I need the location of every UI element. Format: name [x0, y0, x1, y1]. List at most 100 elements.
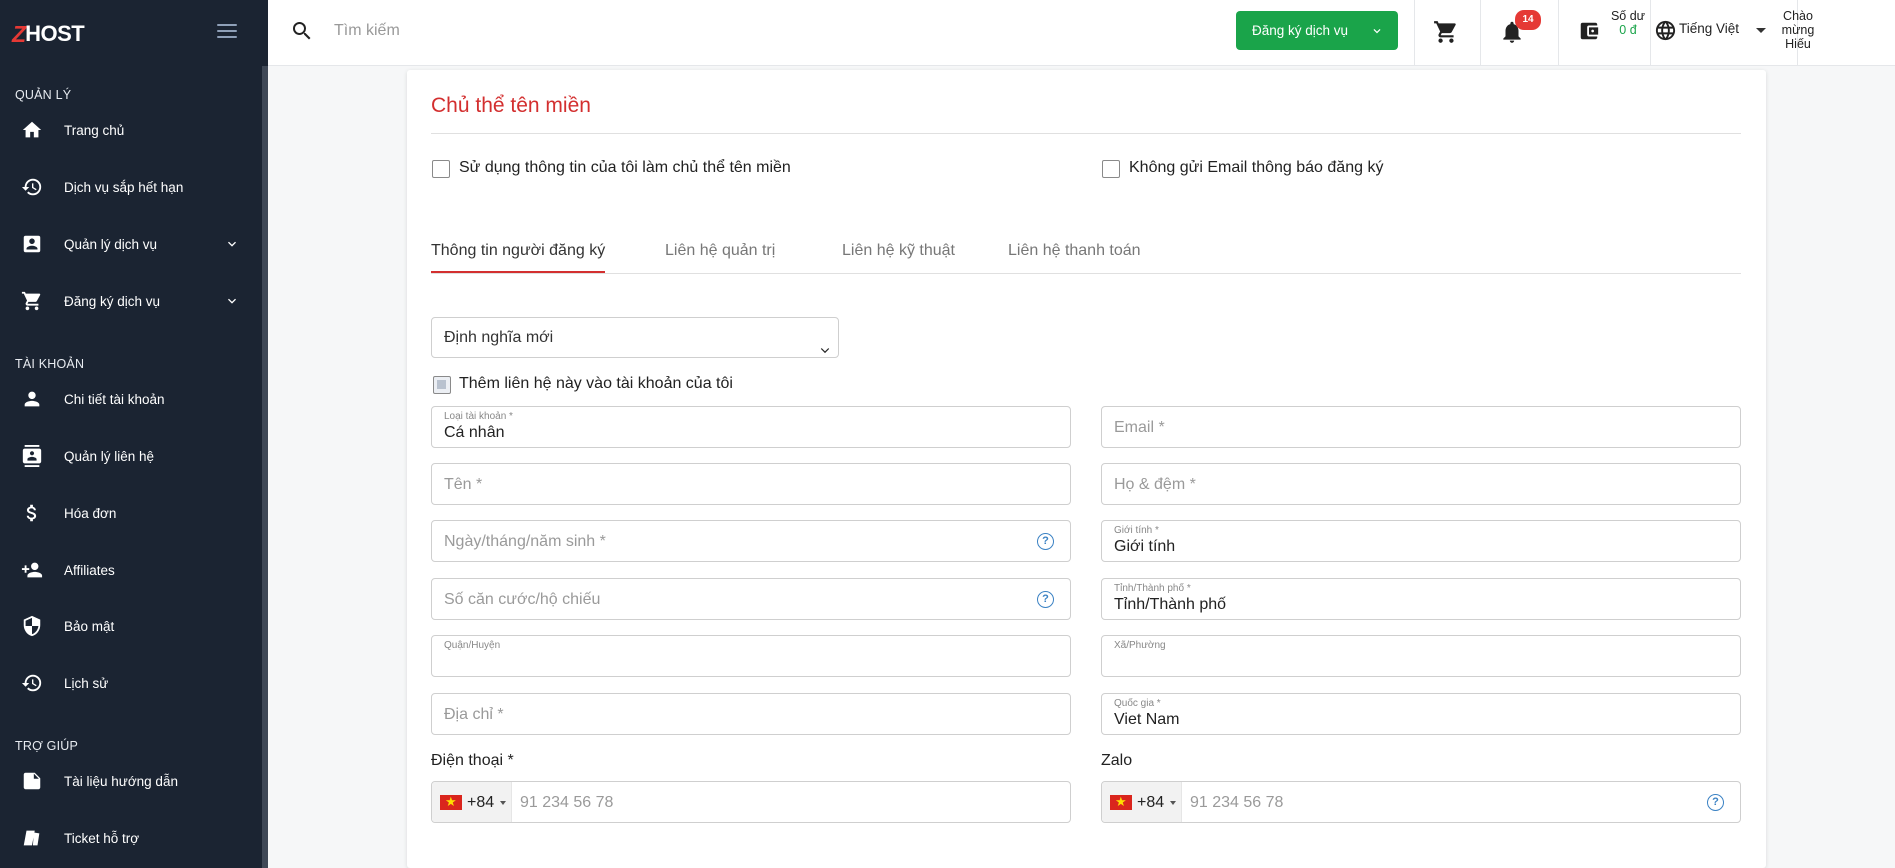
sidebar-item-label: Quản lý liên hệ	[64, 448, 155, 464]
add-contact-label: Thêm liên hệ này vào tài khoản của tôi	[459, 375, 733, 392]
register-service-button[interactable]: Đăng ký dịch vụ	[1236, 11, 1398, 50]
sidebar-item-account-details[interactable]: Chi tiết tài khoản	[0, 379, 262, 419]
country-code-selector[interactable]: +84	[432, 782, 512, 822]
address-field[interactable]: Địa chỉ *	[431, 693, 1071, 735]
province-select[interactable]: Tỉnh/Thành phố * Tỉnh/Thành phố	[1101, 578, 1741, 620]
history-icon	[0, 176, 64, 198]
caret-down-icon	[1756, 28, 1766, 33]
caret-down-icon	[500, 801, 506, 805]
person-icon	[0, 388, 64, 410]
tab-registrant[interactable]: Thông tin người đăng ký	[431, 242, 605, 260]
field-label: Xã/Phường	[1114, 640, 1166, 651]
sidebar-section-help: TRỢ GIÚP	[15, 739, 79, 753]
email-field[interactable]: Email *	[1101, 406, 1741, 448]
field-placeholder: Ngày/tháng/năm sinh *	[444, 533, 606, 550]
field-label: Quốc gia *	[1114, 698, 1161, 709]
field-label: Quận/Huyện	[444, 640, 501, 651]
dial-code: +84	[467, 794, 495, 811]
field-label: Giới tính *	[1114, 525, 1159, 536]
sidebar-item-contacts[interactable]: Quản lý liên hệ	[0, 436, 262, 476]
register-service-label: Đăng ký dịch vụ	[1252, 23, 1349, 38]
district-select[interactable]: Quận/Huyện	[431, 635, 1071, 677]
account-box-icon	[0, 233, 64, 255]
contact-definition-select[interactable]: Định nghĩa mới	[431, 317, 839, 358]
sidebar-item-docs[interactable]: Tài liệu hướng dẫn	[0, 761, 262, 801]
chevron-down-icon	[224, 293, 240, 309]
sidebar-item-support-ticket[interactable]: Ticket hỗ trợ	[0, 818, 262, 858]
search-input[interactable]	[334, 17, 834, 45]
use-my-info-checkbox[interactable]	[432, 160, 450, 178]
dob-field[interactable]: Ngày/tháng/năm sinh * ?	[431, 520, 1071, 562]
country-code-selector[interactable]: +84	[1102, 782, 1182, 822]
balance-amount: 0 đ	[1619, 23, 1637, 37]
domain-owner-card: Chủ thể tên miền Sử dụng thông tin của t…	[407, 70, 1766, 868]
id-number-field[interactable]: Số căn cước/hộ chiếu ?	[431, 578, 1071, 620]
sidebar-item-label: Affiliates	[64, 562, 115, 578]
sidebar-item-security[interactable]: Bảo mật	[0, 606, 262, 646]
sidebar-item-affiliates[interactable]: Affiliates	[0, 550, 262, 590]
chevron-down-icon	[1373, 29, 1381, 34]
logo-z: Z	[12, 20, 26, 47]
first-name-field[interactable]: Tên *	[431, 463, 1071, 505]
ward-select[interactable]: Xã/Phường	[1101, 635, 1741, 677]
vietnam-flag-icon	[1110, 793, 1132, 810]
dollar-icon	[0, 502, 64, 524]
sidebar-item-register-services[interactable]: Đăng ký dịch vụ	[0, 281, 262, 321]
history-icon	[0, 672, 64, 694]
field-placeholder: Họ & đệm *	[1114, 476, 1196, 493]
tab-tech-contact[interactable]: Liên hệ kỹ thuật	[842, 242, 955, 260]
tab-billing-contact[interactable]: Liên hệ thanh toán	[1008, 242, 1141, 260]
sidebar-item-home[interactable]: Trang chủ	[0, 110, 262, 150]
field-placeholder: Địa chỉ *	[444, 706, 504, 723]
cart-icon[interactable]	[1433, 19, 1459, 45]
field-placeholder: Tên *	[444, 476, 483, 493]
caret-down-icon	[1170, 801, 1176, 805]
field-value: Viet Nam	[1114, 711, 1180, 728]
sidebar-item-label: Tài liệu hướng dẫn	[64, 773, 178, 789]
card-title: Chủ thể tên miền	[431, 94, 591, 117]
help-icon[interactable]: ?	[1037, 591, 1054, 608]
sidebar-scrollbar[interactable]	[262, 66, 268, 868]
no-email-label: Không gửi Email thông báo đăng ký	[1129, 159, 1384, 176]
notification-count-badge: 14	[1515, 10, 1541, 30]
zalo-field[interactable]: +84 91 234 56 78 ?	[1101, 781, 1741, 823]
last-name-field[interactable]: Họ & đệm *	[1101, 463, 1741, 505]
sidebar: Z HOST QUẢN LÝ Trang chủ Dịch vụ sắp hết …	[0, 0, 268, 868]
chevron-down-icon	[224, 236, 240, 252]
sidebar-item-manage-services[interactable]: Quản lý dịch vụ	[0, 224, 262, 264]
sidebar-item-history[interactable]: Lịch sử	[0, 663, 262, 703]
sidebar-section-manage: QUẢN LÝ	[15, 88, 72, 102]
home-icon	[0, 119, 64, 141]
phone-field[interactable]: +84 91 234 56 78	[431, 781, 1071, 823]
gender-select[interactable]: Giới tính * Giới tính	[1101, 520, 1741, 562]
divider	[1650, 0, 1651, 66]
help-icon[interactable]: ?	[1037, 533, 1054, 550]
sidebar-item-expiring-services[interactable]: Dịch vụ sắp hết hạn	[0, 167, 262, 207]
dial-code: +84	[1137, 794, 1165, 811]
menu-icon[interactable]	[217, 24, 237, 40]
search-icon[interactable]	[290, 19, 314, 43]
topbar: Đăng ký dịch vụ 14 Số dư 0 đ Tiếng Việt …	[268, 0, 1895, 66]
document-icon	[0, 770, 64, 792]
country-select[interactable]: Quốc gia * Viet Nam	[1101, 693, 1741, 735]
sidebar-item-label: Lịch sử	[64, 675, 109, 691]
field-placeholder: 91 234 56 78	[1190, 794, 1284, 811]
zhost-logo[interactable]: Z HOST	[12, 20, 85, 47]
balance-display: Số dư 0 đ	[1608, 9, 1648, 37]
user-menu[interactable]: Chào mừng Hiếu	[1776, 9, 1820, 51]
contacts-icon	[0, 445, 64, 467]
sidebar-item-invoices[interactable]: Hóa đơn	[0, 493, 262, 533]
account-type-field[interactable]: Loại tài khoản * Cá nhân	[431, 406, 1071, 448]
sidebar-section-account: TÀI KHOẢN	[15, 357, 85, 371]
no-email-checkbox[interactable]	[1102, 160, 1120, 178]
ticket-icon	[0, 827, 64, 849]
language-selector[interactable]: Tiếng Việt	[1679, 21, 1739, 36]
phone-label: Điện thoại *	[431, 752, 514, 769]
add-contact-checkbox[interactable]	[433, 376, 451, 394]
sidebar-item-label: Ticket hỗ trợ	[64, 830, 140, 846]
use-my-info-label: Sử dụng thông tin của tôi làm chủ thể tê…	[459, 159, 791, 176]
help-icon[interactable]: ?	[1707, 794, 1724, 811]
sidebar-item-label: Hóa đơn	[64, 505, 117, 521]
chevron-down-icon	[820, 332, 830, 354]
tab-admin-contact[interactable]: Liên hệ quản trị	[665, 242, 775, 260]
